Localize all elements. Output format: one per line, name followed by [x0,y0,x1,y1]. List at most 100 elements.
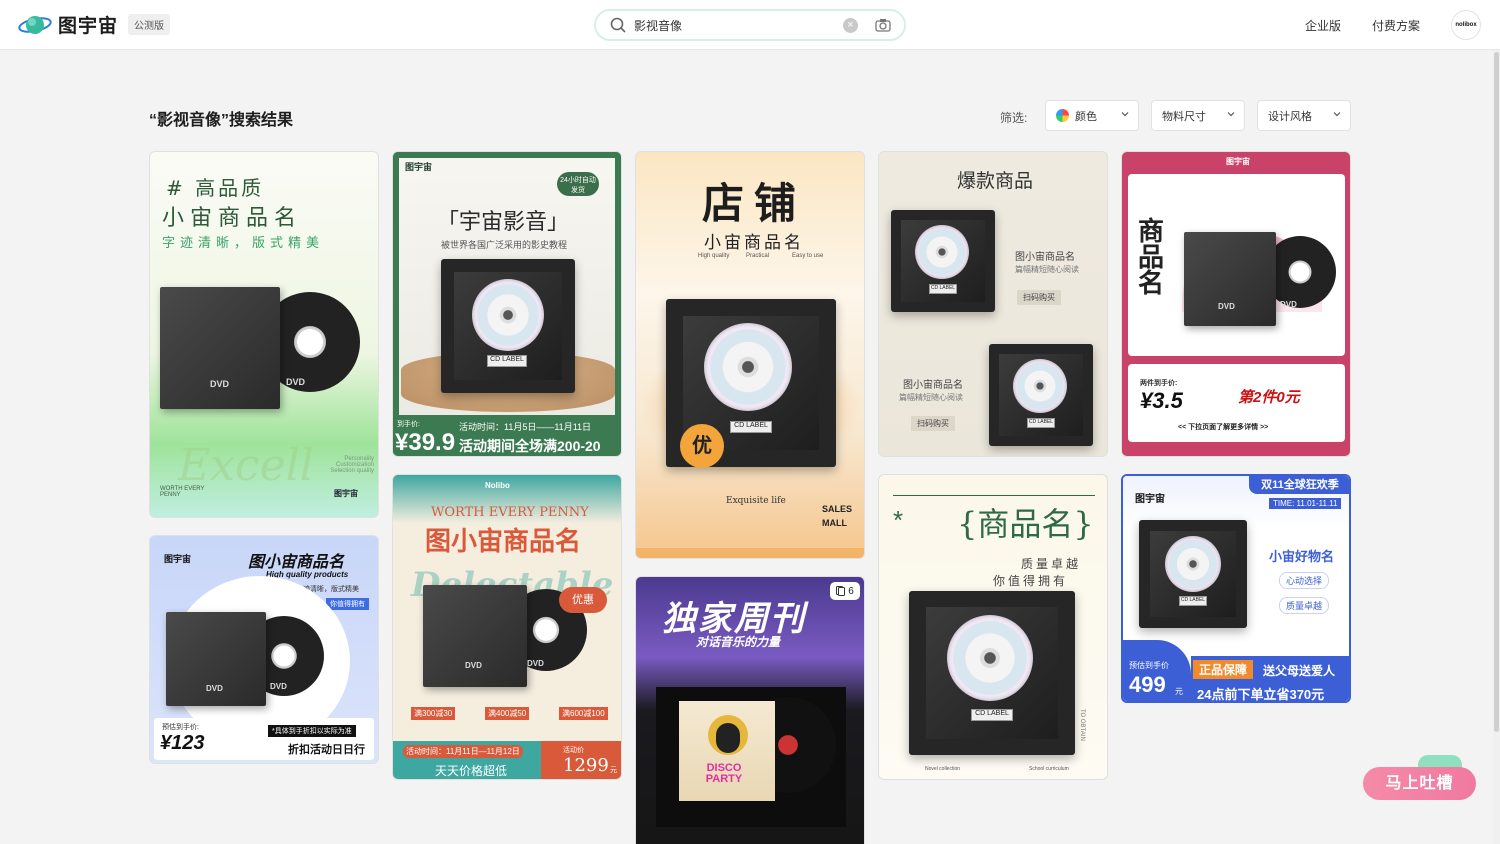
top-bar: 图宇宙 公测版 × 企业版 付费方案 nolibox [0,0,1500,50]
template-card-6[interactable]: 图宇宙 图小宙商品名 High quality products 字迹清晰，版式… [149,535,379,764]
card-price-unit: 元 [610,767,617,774]
card-brand: Nolibo [485,481,510,490]
card-activity: 活动时间：11月5日——11月11日 [459,422,592,432]
card-title: 小宙商品名 [162,206,303,231]
card-price-label: 预估到手价 [1129,661,1169,670]
card-footer: << 下拉页面了解更多详情 >> [1178,424,1269,431]
card-tag-2: Practical [746,253,770,259]
card-small-text: Personality Customization Selection qual… [330,456,374,474]
logo[interactable]: 图宇宙 公测版 [18,11,171,38]
card-subtitle: 字迹清晰，版式精美 [162,235,325,250]
card-price-label: 到手价: [397,421,420,428]
card-price-label: 活动价 [563,747,584,754]
logo-text: 图宇宙 [58,16,119,37]
card-name: 小宙商品名 [704,233,804,253]
dvd-product-image: DVD DVD [1184,232,1344,332]
card-benefit-1: 心动选择 [1279,572,1330,589]
filter-size-label: 物料尺寸 [1162,110,1206,123]
avatar[interactable]: nolibox [1451,10,1481,40]
chevron-down-icon [1333,112,1341,117]
card-item-desc-1: 篇幅精短随心阅读 [1015,265,1079,274]
pages-icon [836,586,846,596]
template-card-5[interactable]: 图宇宙 商品名 DVD DVD 两件到手价: ¥3.5 第2件0元 << 下拉页… [1121,151,1351,457]
dvd-product-image: DVD DVD [166,612,336,722]
card-price: 499 [1129,672,1166,697]
page-count: 6 [848,585,854,597]
feedback-button[interactable]: 马上吐槽 [1363,767,1476,800]
card-brand: 图宇宙 [1226,157,1250,166]
card-script-text: Excell [178,440,314,491]
card-note: *具体到手折扣以实际为准 [268,725,356,737]
card-seal: 优 [680,424,724,468]
card-title: 图小宙商品名 [425,527,582,557]
card-footer-1: Novel collection [925,766,961,772]
cd-frame-image: CD LABEL [989,344,1093,446]
filter-size[interactable]: 物料尺寸 [1151,100,1245,131]
card-promo: 活动期间全场满200-20 [459,438,601,454]
card-price: ¥123 [160,732,205,754]
card-time: 活动时间：11月11日—11月12日 [403,745,523,758]
nav-enterprise-link[interactable]: 企业版 [1305,17,1341,34]
template-card-7[interactable]: Nolibo WORTH EVERY PENNY 图小宙商品名 Delectab… [392,474,622,780]
search-icon [610,17,626,33]
card-worth: WORTH EVERY PENNY [160,486,205,498]
card-line-1: 质量卓越 [1021,557,1082,571]
card-footer: Exquisite life [726,496,786,506]
template-card-9[interactable]: * {商品名} 质量卓越 你值得拥有 CD LABEL TO OBTAIN No… [878,474,1108,780]
template-card-1[interactable]: # 高品质 小宙商品名 字迹清晰，版式精美 DVD DVD Excell Per… [149,151,379,518]
card-coupon-2: 满400减50 [485,707,530,720]
template-card-3[interactable]: 店铺 小宙商品名 High quality Practical Easy to … [635,151,865,559]
card-price-label: 两件到手价: [1140,380,1178,387]
chevron-down-icon [1227,112,1235,117]
card-subtitle: 对话音乐的力量 [696,635,781,649]
filter-style[interactable]: 设计风格 [1257,100,1351,131]
album-title: DISCO PARTY [705,762,743,785]
card-item-desc-2: 篇幅精短随心阅读 [899,393,963,402]
filter-color[interactable]: 颜色 [1045,100,1139,131]
card-item-name-2: 图小宙商品名 [903,380,963,391]
beta-badge: 公测版 [128,14,171,35]
card-buy-button-2: 扫码购买 [911,416,955,431]
card-promo: 24点前下单立省370元 [1197,687,1325,702]
card-side-text: TO OBTAIN [1079,709,1085,741]
template-card-8[interactable]: 独家周刊 对话音乐的力量 6 DISCO PARTY [635,576,865,844]
scrollbar-thumb[interactable] [1494,52,1499,732]
card-promo: 折扣活动日日行 [288,744,365,756]
card-title: 小宙好物名 [1269,549,1335,564]
card-time: TIME: 11.01-11.11 [1269,498,1342,509]
card-gift: 送父母送爱人 [1263,664,1336,678]
chevron-down-icon [1121,112,1129,117]
clear-icon[interactable]: × [843,18,858,33]
card-line-2: 你值得拥有 [993,574,1069,588]
cd-frame-image: CD LABEL [891,210,995,312]
card-brand: 图宇宙 [405,162,433,172]
results-title: “影视音像”搜索结果 [149,112,294,129]
card-promo: 第2件0元 [1238,389,1300,406]
card-buy-button-1: 扫码购买 [1017,290,1061,305]
cd-frame-image: CD LABEL [909,591,1075,755]
filter-color-label: 颜色 [1075,110,1097,123]
card-brand: 图宇宙 [334,489,358,498]
cd-frame-image: CD LABEL [441,259,575,393]
card-price-unit: 元 [1175,687,1183,696]
cd-frame-image: CD LABEL [1139,520,1247,628]
card-tag: 你值得拥有 [326,598,369,610]
card-item-name-1: 图小宙商品名 [1015,252,1075,263]
card-footer-2: School curriculum [1029,766,1069,772]
card-brand: 图宇宙 [1135,494,1165,505]
page-count-badge: 6 [830,582,860,600]
card-subtitle-en: WORTH EVERY PENNY [431,505,589,520]
search-input[interactable] [634,18,834,32]
card-subtitle: 被世界各国广泛采用的影史教程 [441,240,568,250]
card-price-label: 预估到手价: [162,724,199,731]
template-card-4[interactable]: 爆款商品 CD LABEL 图小宙商品名 篇幅精短随心阅读 扫码购买 图小宙商品… [878,151,1108,457]
template-card-10[interactable]: 图宇宙 双11全球狂欢季 TIME: 11.01-11.11 CD LABEL … [1121,474,1351,703]
card-coupon-3: 满600减100 [559,707,608,720]
dvd-product-image: DVD DVD [160,287,370,417]
card-badge: 24小时自动发货 [557,172,599,196]
nav-pricing-link[interactable]: 付费方案 [1372,17,1420,34]
card-brand: 图宇宙 [164,554,192,564]
camera-icon[interactable] [875,17,891,33]
template-card-2[interactable]: 图宇宙 24小时自动发货 「宇宙影音」 被世界各国广泛采用的影史教程 CD LA… [392,151,622,457]
search-box[interactable]: × [594,9,906,41]
